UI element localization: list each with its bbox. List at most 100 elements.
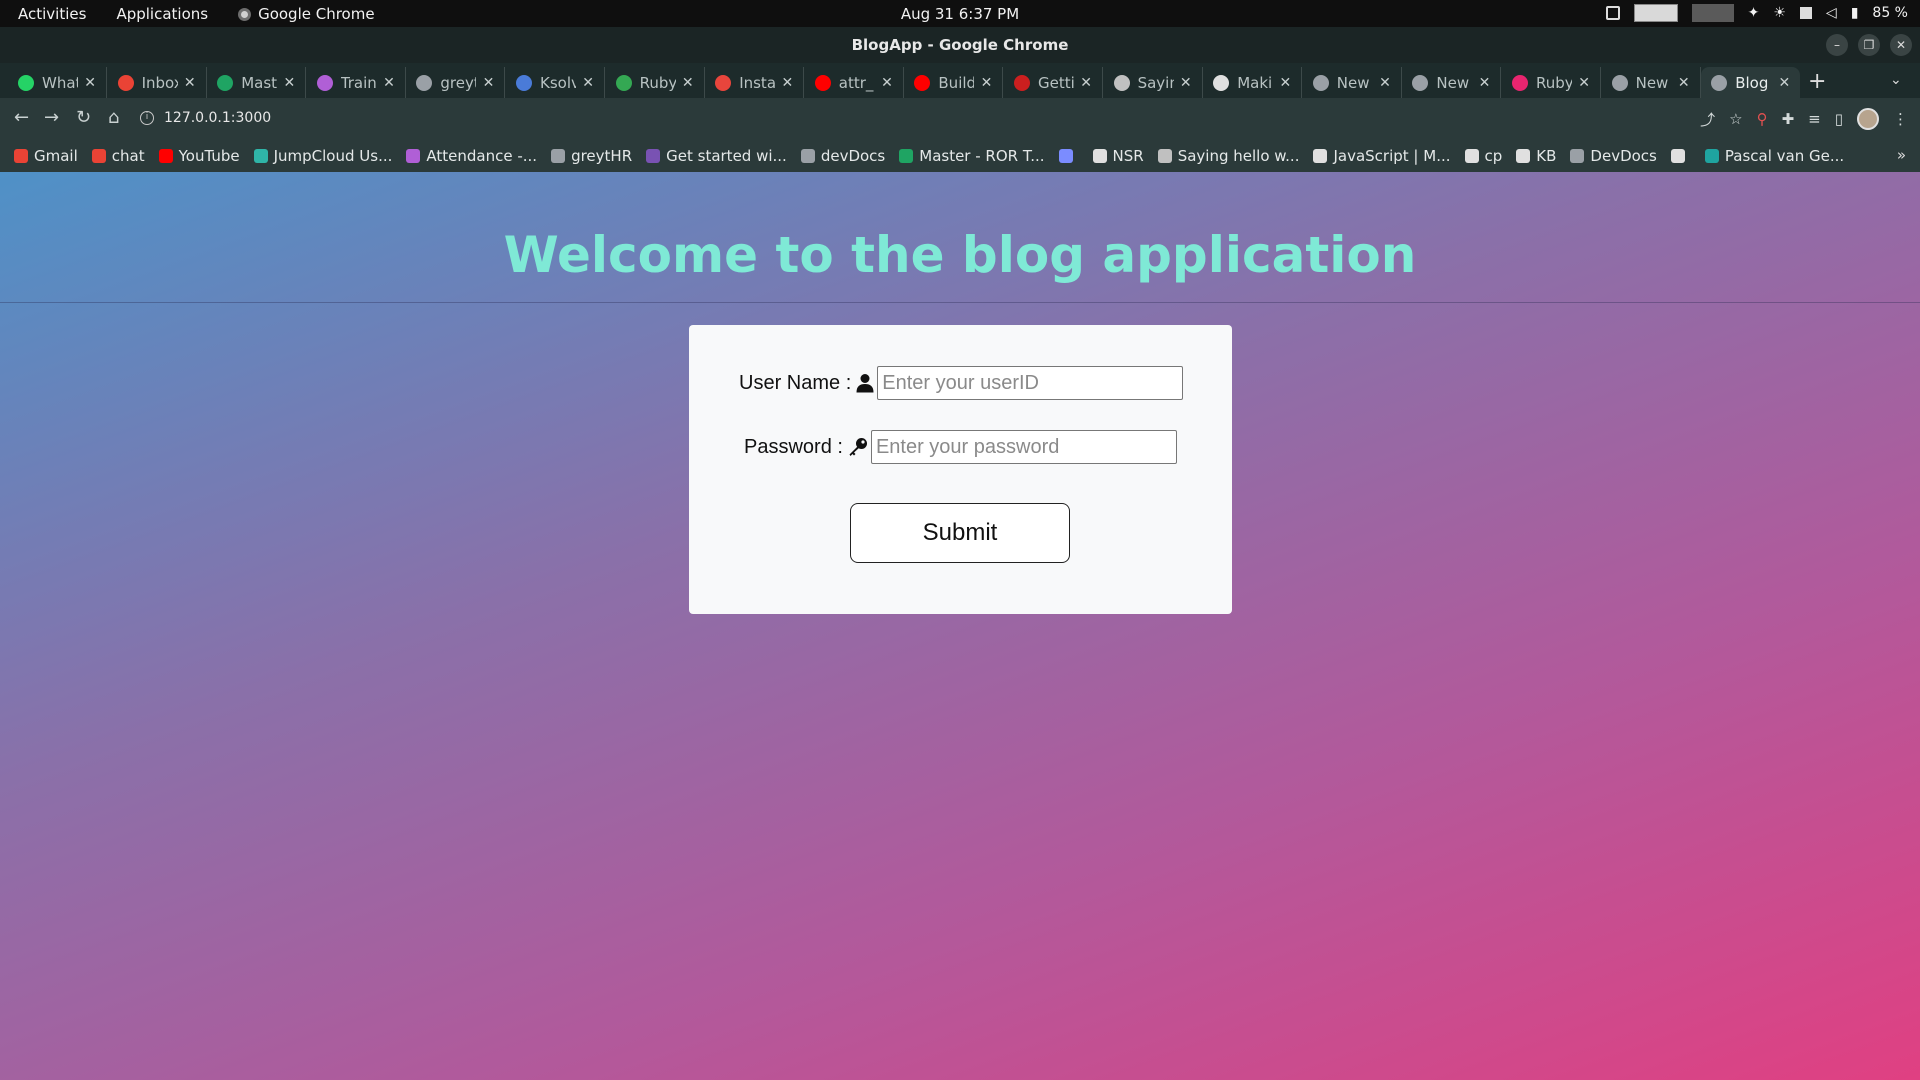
- bookmark-item[interactable]: Pascal van Ge...: [1704, 147, 1844, 165]
- bookmark-item[interactable]: [1670, 148, 1691, 163]
- new-tab-button[interactable]: +: [1808, 69, 1826, 94]
- tab[interactable]: attr_ ✕: [805, 67, 904, 98]
- bookmark-item[interactable]: Gmail: [14, 147, 78, 165]
- bookmark-star-icon[interactable]: ☆: [1729, 110, 1742, 128]
- bookmark-label: Master - ROR T...: [919, 146, 1045, 165]
- tab[interactable]: New ✕: [1602, 67, 1701, 98]
- tab[interactable]: Train ✕: [307, 67, 406, 98]
- bookmark-item[interactable]: greytHR: [551, 147, 632, 165]
- tab-close-icon[interactable]: ✕: [1778, 75, 1790, 91]
- forward-icon[interactable]: →: [44, 107, 59, 128]
- tab[interactable]: Blog ✕: [1701, 67, 1801, 98]
- site-info-icon[interactable]: i: [140, 111, 154, 125]
- tab[interactable]: Maki ✕: [1203, 67, 1303, 98]
- bookmarks-overflow-icon[interactable]: »: [1897, 146, 1906, 164]
- brightness-icon[interactable]: ☀: [1773, 5, 1786, 21]
- bookmark-favicon-icon: [1570, 148, 1585, 163]
- reading-list-icon[interactable]: ≡: [1808, 110, 1821, 128]
- tab[interactable]: New ✕: [1402, 67, 1502, 98]
- tab-close-icon[interactable]: ✕: [1180, 75, 1192, 91]
- tab-close-icon[interactable]: ✕: [682, 75, 694, 91]
- system-tray[interactable]: ✦ ☀ ◁ ▮ 85 %: [1605, 4, 1908, 22]
- share-icon[interactable]: ⤴: [1700, 109, 1715, 130]
- menu-icon[interactable]: ⋮: [1893, 110, 1908, 128]
- url-text[interactable]: 127.0.0.1:3000: [164, 110, 271, 126]
- tab[interactable]: Mast ✕: [207, 67, 307, 98]
- tab[interactable]: Build ✕: [904, 67, 1004, 98]
- tab-close-icon[interactable]: ✕: [981, 75, 993, 91]
- close-window-button[interactable]: ✕: [1890, 34, 1912, 56]
- tab-label: Maki: [1237, 73, 1273, 92]
- bookmark-item[interactable]: Get started wi...: [646, 147, 787, 165]
- bookmark-item[interactable]: JumpCloud Us...: [253, 147, 392, 165]
- tab[interactable]: Insta ✕: [705, 67, 805, 98]
- tab-label: Sayin: [1137, 73, 1174, 92]
- tab-close-icon[interactable]: ✕: [1279, 75, 1291, 91]
- network-icon[interactable]: [1799, 7, 1812, 19]
- bookmark-favicon-icon: [1092, 148, 1107, 163]
- bookmark-item[interactable]: [1058, 148, 1079, 163]
- tab[interactable]: Ruby ✕: [606, 67, 705, 98]
- system-top-bar: Activities Applications Google Chrome Au…: [0, 0, 1920, 27]
- bookmark-item[interactable]: NSR: [1092, 147, 1144, 165]
- submit-button[interactable]: Submit: [850, 503, 1070, 563]
- password-input[interactable]: [870, 430, 1177, 464]
- tab[interactable]: Getti ✕: [1004, 67, 1103, 98]
- tab[interactable]: New ✕: [1303, 67, 1402, 98]
- bookmark-item[interactable]: Attendance -...: [406, 147, 537, 165]
- bookmark-item[interactable]: YouTube: [158, 147, 240, 165]
- tab-close-icon[interactable]: ✕: [1479, 75, 1491, 91]
- address-bar[interactable]: i 127.0.0.1:3000: [140, 103, 1640, 133]
- tab-close-icon[interactable]: ✕: [483, 75, 495, 91]
- tab[interactable]: What ✕: [8, 67, 107, 98]
- bookmark-item[interactable]: Master - ROR T...: [899, 146, 1045, 165]
- bookmark-item[interactable]: KB: [1516, 147, 1556, 165]
- tab-close-icon[interactable]: ✕: [1578, 75, 1590, 91]
- username-input[interactable]: [877, 366, 1184, 400]
- side-panel-icon[interactable]: ▯: [1835, 110, 1843, 128]
- tab-close-icon[interactable]: ✕: [781, 75, 793, 91]
- accessibility-icon[interactable]: ✦: [1748, 5, 1760, 21]
- tab-close-icon[interactable]: ✕: [1379, 75, 1391, 91]
- bookmark-item[interactable]: devDocs: [800, 147, 885, 165]
- tab-favicon-icon: [1014, 74, 1030, 91]
- divider: [0, 302, 1920, 303]
- input-indicator[interactable]: [1691, 4, 1734, 22]
- tab[interactable]: Ruby ✕: [1502, 67, 1601, 98]
- tab-close-icon[interactable]: ✕: [881, 75, 893, 91]
- keyboard-layout-indicator[interactable]: [1633, 4, 1678, 22]
- tab-close-icon[interactable]: ✕: [283, 75, 295, 91]
- bookmark-label: chat: [111, 146, 145, 165]
- bookmark-item[interactable]: Saying hello w...: [1157, 147, 1299, 165]
- profile-avatar[interactable]: [1857, 108, 1879, 130]
- tab[interactable]: greyt ✕: [406, 67, 506, 98]
- browser-toolbar: ← → ↻ ⌂ i 127.0.0.1:3000 ⤴ ☆ ⚲ ✚ ≡ ▯ ⋮: [0, 98, 1920, 139]
- home-icon[interactable]: ⌂: [108, 107, 119, 128]
- tab-favicon-icon: [1611, 74, 1628, 91]
- minimize-button[interactable]: –: [1826, 34, 1848, 56]
- bookmark-item[interactable]: JavaScript | M...: [1313, 147, 1451, 165]
- bookmark-item[interactable]: DevDocs: [1570, 147, 1657, 165]
- search-extension-icon[interactable]: ⚲: [1757, 110, 1768, 128]
- reload-icon[interactable]: ↻: [76, 107, 91, 128]
- tab-close-icon[interactable]: ✕: [184, 75, 196, 91]
- volume-icon[interactable]: ◁: [1826, 5, 1837, 21]
- back-icon[interactable]: ←: [14, 107, 29, 128]
- extensions-icon[interactable]: ✚: [1782, 110, 1795, 128]
- tab-close-icon[interactable]: ✕: [582, 75, 594, 91]
- tab[interactable]: Inbox ✕: [108, 67, 207, 98]
- tab-favicon-icon: [814, 74, 831, 91]
- tab-close-icon[interactable]: ✕: [383, 75, 395, 91]
- maximize-button[interactable]: ❐: [1858, 34, 1880, 56]
- bookmark-label: Get started wi...: [666, 146, 787, 165]
- tab-close-icon[interactable]: ✕: [84, 75, 96, 91]
- bookmark-item[interactable]: cp: [1464, 147, 1502, 165]
- tab[interactable]: Ksolv ✕: [506, 67, 605, 98]
- battery-icon[interactable]: ▮: [1851, 5, 1859, 21]
- tab-close-icon[interactable]: ✕: [1080, 75, 1092, 91]
- clipboard-icon[interactable]: [1605, 6, 1620, 20]
- tab-close-icon[interactable]: ✕: [1678, 75, 1690, 91]
- tab[interactable]: Sayin ✕: [1104, 67, 1203, 98]
- tab-search-icon[interactable]: ⌄: [1890, 72, 1902, 88]
- bookmark-item[interactable]: chat: [91, 146, 145, 165]
